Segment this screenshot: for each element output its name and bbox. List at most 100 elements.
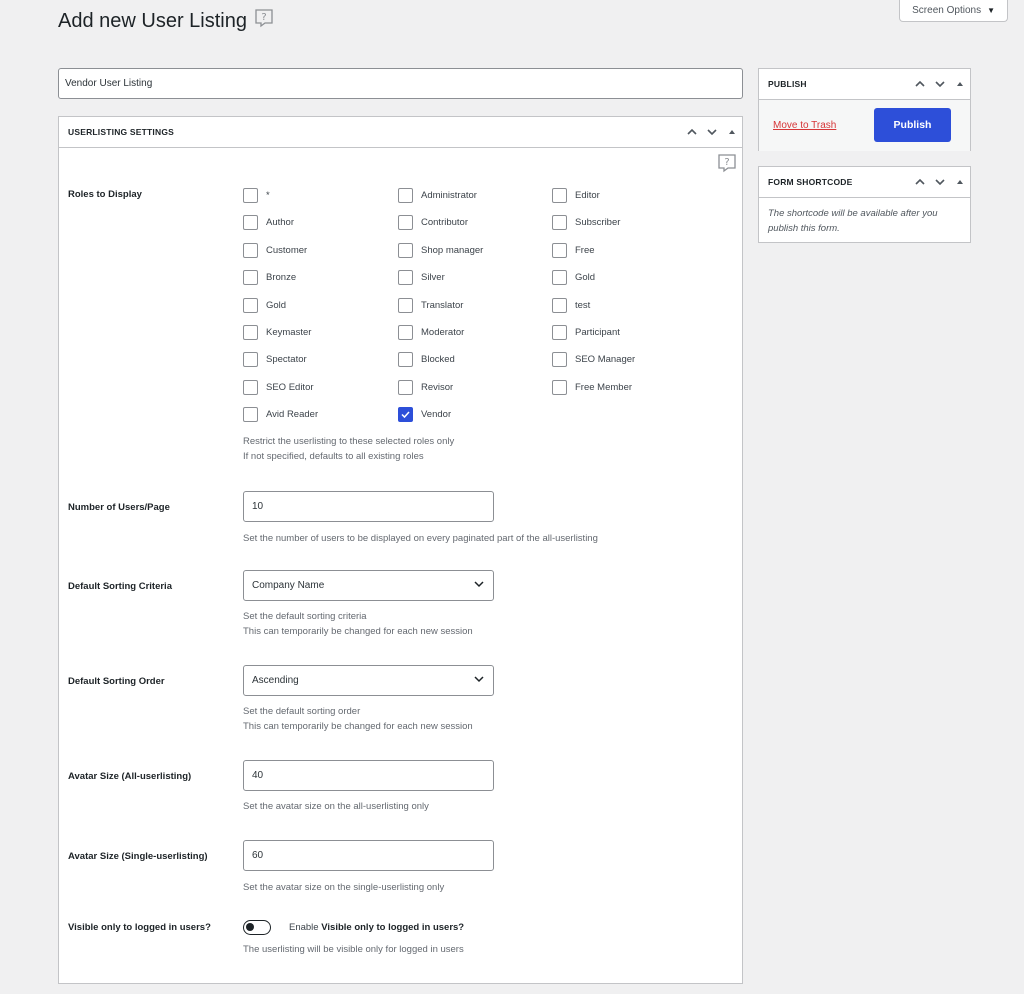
move-down-icon[interactable]: [702, 117, 722, 147]
role-checkbox[interactable]: [243, 188, 258, 203]
toggle-knob: [246, 923, 254, 931]
role-checkbox[interactable]: [552, 215, 567, 231]
role-option[interactable]: Free: [552, 242, 595, 258]
role-option[interactable]: Administrator: [398, 188, 477, 203]
role-option[interactable]: SEO Manager: [552, 352, 636, 368]
role-checkbox[interactable]: [398, 325, 413, 340]
role-option[interactable]: Customer: [243, 242, 308, 258]
avatar-single-input[interactable]: [243, 840, 494, 871]
svg-text:?: ?: [724, 157, 729, 168]
role-checkbox[interactable]: [243, 215, 258, 231]
collapse-toggle-icon[interactable]: [722, 117, 742, 147]
role-option[interactable]: Subscriber: [552, 215, 620, 231]
role-option[interactable]: Translator: [398, 297, 463, 313]
sort-order-value: Ascending: [252, 675, 299, 686]
role-checkbox[interactable]: [552, 379, 567, 395]
role-checkbox[interactable]: [398, 407, 413, 423]
move-to-trash-link[interactable]: Move to Trash: [773, 120, 836, 131]
move-up-icon[interactable]: [910, 167, 930, 197]
role-checkbox[interactable]: [398, 242, 413, 258]
avatar-all-label: Avatar Size (All-userlisting): [68, 771, 192, 782]
role-option[interactable]: test: [552, 297, 591, 313]
screen-options-button[interactable]: Screen Options ▼: [899, 0, 1008, 22]
role-checkbox[interactable]: [398, 297, 413, 313]
sort-criteria-description: Set the default sorting criteria This ca…: [243, 611, 473, 637]
users-per-page-label: Number of Users/Page: [68, 502, 170, 513]
role-option[interactable]: Author: [243, 215, 294, 231]
role-checkbox[interactable]: [398, 379, 413, 395]
help-icon[interactable]: ?: [717, 153, 737, 176]
role-option[interactable]: Shop manager: [398, 242, 484, 258]
role-checkbox-label: Gold: [266, 299, 287, 311]
role-option[interactable]: Moderator: [398, 325, 464, 340]
role-option[interactable]: Free Member: [552, 379, 632, 395]
role-option[interactable]: Vendor: [398, 407, 451, 423]
role-checkbox-label: Revisor: [421, 381, 454, 393]
role-checkbox[interactable]: [243, 325, 258, 340]
role-checkbox[interactable]: [552, 352, 567, 368]
userlisting-settings-box: USERLISTING SETTINGS ? Roles to Display …: [58, 116, 743, 984]
sort-order-select[interactable]: Ascending: [243, 665, 494, 696]
role-option[interactable]: Spectator: [243, 352, 307, 368]
role-checkbox[interactable]: [552, 270, 567, 286]
role-option[interactable]: Revisor: [398, 379, 454, 395]
role-checkbox[interactable]: [552, 297, 567, 313]
role-option[interactable]: SEO Editor: [243, 379, 314, 395]
listing-title-input[interactable]: [58, 68, 743, 99]
role-checkbox[interactable]: [398, 188, 413, 203]
users-per-page-input[interactable]: [243, 491, 494, 522]
role-checkbox[interactable]: [243, 270, 258, 286]
role-checkbox-label: SEO Manager: [575, 354, 636, 366]
role-checkbox[interactable]: [398, 215, 413, 231]
publish-button[interactable]: Publish: [874, 108, 951, 142]
role-option[interactable]: Contributor: [398, 215, 468, 231]
role-checkbox[interactable]: [243, 352, 258, 368]
role-option[interactable]: Participant: [552, 325, 620, 340]
sort-criteria-select[interactable]: Company Name: [243, 570, 494, 601]
role-checkbox-label: Gold: [575, 272, 596, 284]
role-checkbox-label: Free: [575, 244, 595, 256]
role-option[interactable]: Gold: [552, 270, 596, 286]
move-down-icon[interactable]: [930, 167, 950, 197]
role-option[interactable]: Bronze: [243, 270, 296, 286]
chevron-down-icon: [473, 673, 485, 688]
collapse-toggle-icon[interactable]: [950, 69, 970, 99]
role-checkbox-label: Avid Reader: [266, 409, 319, 421]
role-checkbox-label: Spectator: [266, 354, 307, 366]
help-icon[interactable]: ?: [254, 8, 274, 31]
role-checkbox[interactable]: [552, 188, 567, 203]
role-option[interactable]: Gold: [243, 297, 287, 313]
shortcode-note: The shortcode will be available after yo…: [768, 208, 938, 234]
role-checkbox[interactable]: [552, 242, 567, 258]
move-up-icon[interactable]: [910, 69, 930, 99]
avatar-single-label: Avatar Size (Single-userlisting): [68, 851, 208, 862]
visible-description: The userlisting will be visible only for…: [243, 944, 464, 955]
visible-logged-in-toggle[interactable]: [243, 920, 271, 935]
role-checkbox-label: Contributor: [421, 217, 468, 229]
role-checkbox[interactable]: [398, 352, 413, 368]
role-option[interactable]: Blocked: [398, 352, 455, 368]
check-icon: [401, 411, 410, 419]
role-checkbox[interactable]: [243, 297, 258, 313]
role-option[interactable]: Silver: [398, 270, 445, 286]
role-checkbox[interactable]: [243, 242, 258, 258]
role-checkbox[interactable]: [243, 407, 258, 423]
role-checkbox-label: Shop manager: [421, 244, 484, 256]
role-option[interactable]: *: [243, 188, 270, 203]
role-checkbox-label: test: [575, 299, 591, 311]
avatar-all-input[interactable]: [243, 760, 494, 791]
collapse-toggle-icon[interactable]: [950, 167, 970, 197]
role-checkbox-label: SEO Editor: [266, 381, 314, 393]
shortcode-box-title: FORM SHORTCODE: [768, 177, 853, 187]
move-down-icon[interactable]: [930, 69, 950, 99]
role-checkbox[interactable]: [552, 325, 567, 340]
sort-criteria-value: Company Name: [252, 580, 325, 591]
role-checkbox[interactable]: [243, 379, 258, 395]
role-checkbox-label: Customer: [266, 244, 308, 256]
role-checkbox[interactable]: [398, 270, 413, 286]
role-option[interactable]: Keymaster: [243, 325, 311, 340]
role-checkbox-label: Editor: [575, 190, 600, 201]
role-option[interactable]: Editor: [552, 188, 600, 203]
move-up-icon[interactable]: [682, 117, 702, 147]
role-option[interactable]: Avid Reader: [243, 407, 319, 423]
